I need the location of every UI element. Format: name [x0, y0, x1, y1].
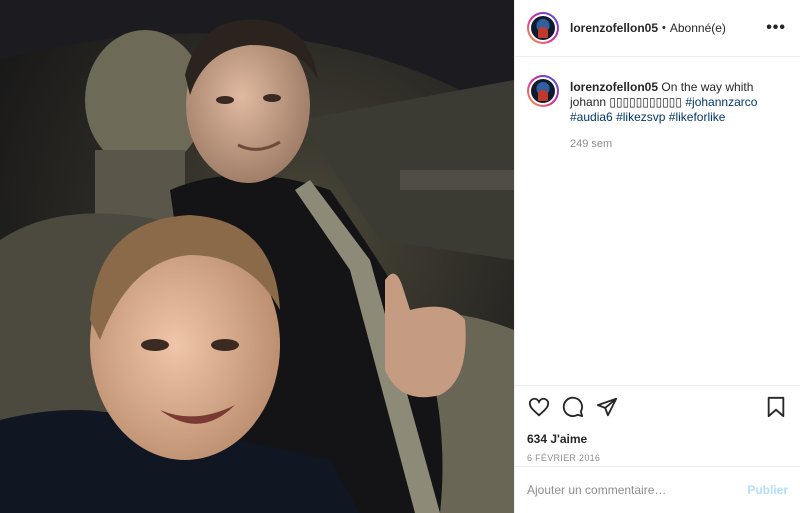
- more-options-icon[interactable]: •••: [766, 19, 786, 37]
- caption-avatar[interactable]: [527, 75, 559, 107]
- hashtag-link[interactable]: #likezsvp: [616, 110, 665, 124]
- publish-button[interactable]: Publier: [747, 483, 788, 497]
- hashtag-link[interactable]: #likeforlike: [669, 110, 726, 124]
- caption-body: lorenzofellon05 On the way whith johann …: [570, 80, 786, 152]
- post-header: lorenzofellon05 • Abonné(e) •••: [515, 0, 800, 57]
- bookmark-icon[interactable]: [764, 395, 788, 419]
- hashtag-link[interactable]: #audia6: [570, 110, 613, 124]
- comment-box: Publier: [515, 466, 800, 513]
- comment-icon[interactable]: [561, 395, 585, 419]
- hashtag-link[interactable]: #johannzarco: [685, 95, 757, 109]
- comment-input[interactable]: [527, 483, 748, 497]
- post-photo[interactable]: [0, 0, 514, 513]
- follow-status-button[interactable]: Abonné(e): [670, 21, 726, 35]
- caption-timestamp[interactable]: 249 sem: [570, 137, 786, 152]
- action-icons-row: [527, 396, 788, 418]
- selfie-image: [0, 0, 514, 513]
- post-details-panel: lorenzofellon05 • Abonné(e) ••• lorenzof…: [514, 0, 800, 513]
- like-count[interactable]: 634 J'aime: [527, 432, 788, 446]
- caption-emoji: ▯▯▯▯▯▯▯▯▯▯▯: [609, 95, 683, 109]
- separator-dot: •: [662, 22, 666, 34]
- author-avatar[interactable]: [527, 12, 559, 44]
- post-actions: 634 J'aime 6 FÉVRIER 2016: [515, 385, 800, 463]
- post-date: 6 FÉVRIER 2016: [527, 453, 601, 463]
- author-username[interactable]: lorenzofellon05: [570, 21, 658, 35]
- share-icon[interactable]: [595, 395, 619, 419]
- caption-username[interactable]: lorenzofellon05: [570, 80, 658, 94]
- heart-icon[interactable]: [527, 395, 551, 419]
- post-caption: lorenzofellon05 On the way whith johann …: [515, 57, 800, 152]
